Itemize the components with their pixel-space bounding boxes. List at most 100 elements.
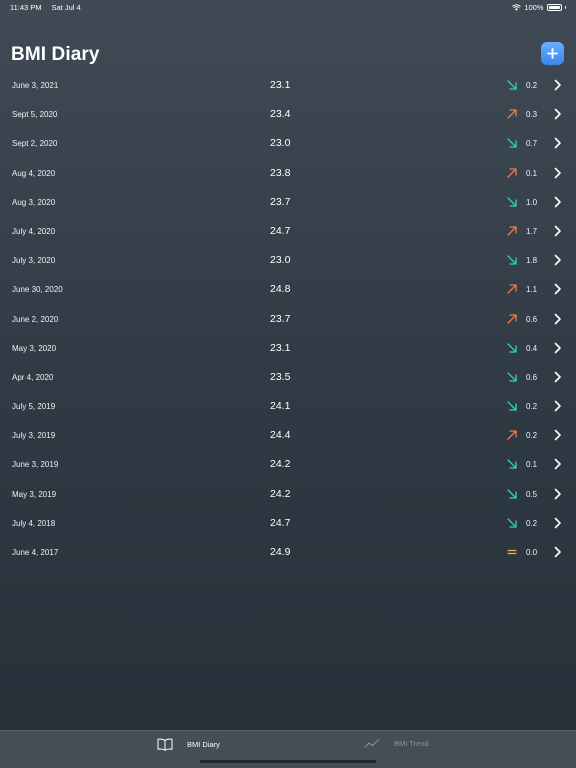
status-left: 11:43 PM Sat Jul 4 (10, 3, 81, 12)
chevron-right-icon[interactable] (553, 283, 562, 295)
tab-bmi-trend[interactable]: BMI Trend (364, 738, 429, 749)
entry-change-value: 1.8 (526, 256, 538, 266)
list-item[interactable]: May 3, 2019 24.2 0.5 (0, 480, 576, 509)
arrow-up-right-icon (507, 109, 517, 119)
list-item[interactable]: June 3, 2021 23.1 0.2 (0, 71, 576, 100)
list-item[interactable]: July 5, 2019 24.1 0.2 (0, 392, 576, 421)
entry-change-value: 0.2 (526, 81, 538, 90)
entry-date: Aug 4, 2020 (12, 168, 56, 178)
entry-date: June 30, 2020 (12, 285, 63, 295)
arrow-up-right-icon (507, 226, 517, 236)
chevron-right-icon[interactable] (553, 546, 562, 558)
entry-change-value: 1.1 (526, 285, 538, 295)
arrow-down-right-icon (507, 197, 517, 207)
chevron-right-icon[interactable] (553, 79, 562, 91)
entry-change-value: 0.0 (526, 548, 538, 557)
entry-bmi-value: 23.4 (270, 108, 291, 121)
chevron-right-icon[interactable] (553, 108, 562, 120)
list-item[interactable]: Aug 4, 2020 23.8 0.1 (0, 159, 576, 188)
entry-bmi-value: 23.7 (270, 312, 291, 325)
tab-bmi-diary-label: BMI Diary (187, 740, 220, 749)
list-item[interactable]: Sept 2, 2020 23.0 0.7 (0, 129, 576, 158)
list-item[interactable]: July 3, 2020 23.0 1.8 (0, 246, 576, 275)
entry-bmi-value: 23.8 (270, 166, 291, 179)
chevron-right-icon[interactable] (553, 371, 562, 383)
list-item[interactable]: July 4, 2018 24.7 0.2 (0, 509, 576, 538)
list-item[interactable]: June 2, 2020 23.7 0.6 (0, 305, 576, 334)
entry-bmi-value: 23.7 (270, 195, 291, 208)
entry-date: Aug 3, 2020 (12, 197, 56, 207)
entry-bmi-value: 24.2 (270, 458, 291, 471)
list-item[interactable]: June 30, 2020 24.8 1.1 (0, 275, 576, 304)
arrow-up-right-icon (507, 284, 517, 294)
entry-change-value: 0.6 (526, 314, 538, 324)
entry-date: July 3, 2020 (12, 256, 56, 266)
entry-change-value: 0.1 (526, 460, 538, 470)
arrow-down-right-icon (507, 255, 517, 265)
entry-bmi-value: 23.1 (270, 79, 291, 91)
entry-change-value: 0.2 (526, 431, 538, 441)
status-right: 100% (512, 3, 566, 12)
trend-chart-icon (364, 739, 380, 748)
plus-icon (547, 48, 558, 59)
entry-date: Apr 4, 2020 (12, 372, 54, 382)
entry-date: July 5, 2019 (12, 402, 56, 412)
list-item[interactable]: Apr 4, 2020 23.5 0.6 (0, 363, 576, 392)
arrow-down-right-icon (507, 401, 517, 411)
list-item[interactable]: Aug 3, 2020 23.7 1.0 (0, 188, 576, 217)
entry-change-value: 0.6 (526, 372, 538, 382)
chevron-right-icon[interactable] (553, 458, 562, 470)
entry-bmi-value: 23.5 (270, 370, 291, 383)
chevron-right-icon[interactable] (553, 517, 562, 529)
list-item[interactable]: May 3, 2020 23.1 0.4 (0, 334, 576, 363)
chevron-right-icon[interactable] (553, 167, 562, 179)
entry-date: Sept 2, 2020 (12, 139, 58, 149)
page-title: BMI Diary (11, 44, 100, 65)
arrow-down-right-icon (507, 138, 517, 149)
entry-date: June 4, 2017 (12, 548, 59, 557)
chevron-right-icon[interactable] (553, 313, 562, 325)
entry-change-value: 0.7 (526, 139, 538, 149)
entry-bmi-value: 24.2 (270, 487, 291, 500)
chevron-right-icon[interactable] (553, 429, 562, 441)
status-date: Sat Jul 4 (51, 3, 81, 12)
chevron-right-icon[interactable] (553, 254, 562, 266)
entry-date: Sept 5, 2020 (12, 110, 58, 120)
status-time: 11:43 PM (10, 3, 42, 12)
chevron-right-icon[interactable] (553, 225, 562, 237)
entry-date: July 4, 2020 (12, 226, 56, 236)
chevron-right-icon[interactable] (553, 196, 562, 208)
list-item[interactable]: June 3, 2019 24.2 0.1 (0, 450, 576, 479)
arrow-up-right-icon (507, 167, 517, 178)
arrow-up-right-icon (507, 430, 517, 440)
add-entry-button[interactable] (541, 42, 564, 65)
entry-change-value: 1.0 (526, 197, 538, 207)
entry-bmi-value: 23.0 (270, 137, 291, 150)
chevron-right-icon[interactable] (553, 137, 562, 149)
entry-bmi-value: 24.8 (270, 283, 291, 296)
arrow-down-right-icon (507, 459, 517, 470)
chevron-right-icon[interactable] (553, 342, 562, 354)
chevron-right-icon[interactable] (553, 400, 562, 412)
entry-bmi-value: 24.7 (270, 224, 291, 237)
entry-change-value: 0.4 (526, 343, 538, 353)
list-item[interactable]: Sept 5, 2020 23.4 0.3 (0, 100, 576, 129)
entry-change-value: 0.5 (526, 489, 538, 499)
list-item[interactable]: June 4, 2017 24.9 0.0 (0, 538, 576, 567)
entry-change-value: 0.1 (526, 168, 538, 178)
entry-date: June 3, 2021 (12, 81, 59, 90)
entry-bmi-value: 24.9 (270, 546, 291, 558)
entry-bmi-value: 23.1 (270, 341, 291, 354)
entry-change-value: 0.3 (526, 110, 538, 120)
list-item[interactable]: July 3, 2019 24.4 0.2 (0, 421, 576, 450)
entry-bmi-value: 24.1 (270, 400, 291, 413)
tab-bmi-diary[interactable]: BMI Diary (157, 738, 220, 751)
arrow-down-right-icon (507, 518, 517, 528)
entry-date: May 3, 2020 (12, 343, 57, 353)
bmi-entry-list: June 3, 2021 23.1 0.2 Sept 5, 2020 23.4 0.3 Se… (0, 71, 576, 567)
list-item[interactable]: July 4, 2020 24.7 1.7 (0, 217, 576, 246)
chevron-right-icon[interactable] (553, 488, 562, 500)
entry-bmi-value: 23.0 (270, 254, 291, 267)
status-bar: 11:43 PM Sat Jul 4 100% (0, 0, 576, 14)
entry-date: May 3, 2019 (12, 489, 57, 499)
